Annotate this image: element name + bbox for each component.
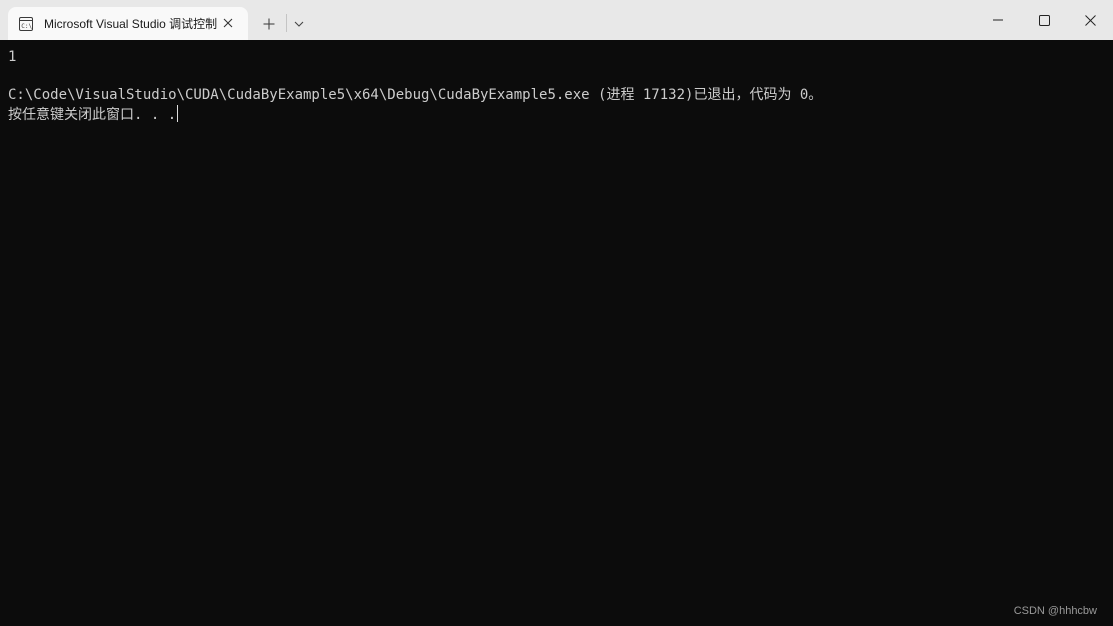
console-output[interactable]: 1 C:\Code\VisualStudio\CUDA\CudaByExampl… [0,40,1113,626]
text-cursor [177,105,179,122]
close-icon [223,18,233,28]
watermark: CSDN @hhhcbw [1013,605,1097,617]
svg-text:C:\: C:\ [21,23,32,30]
tab-divider [286,14,287,32]
console-prompt-text: 按任意键关闭此窗口. . . [8,107,177,123]
chevron-down-icon [294,21,304,27]
console-line: 1 [8,49,17,65]
maximize-icon [1038,14,1050,26]
tab-dropdown-button[interactable] [289,12,309,36]
close-icon [1084,14,1096,26]
minimize-button[interactable] [975,0,1021,40]
console-line: C:\Code\VisualStudio\CUDA\CudaByExample5… [8,87,823,103]
tab-close-button[interactable] [220,15,236,31]
title-bar[interactable]: C:\ Microsoft Visual Studio 调试控制台 [0,0,1113,40]
new-tab-button[interactable] [256,12,282,36]
window-close-button[interactable] [1067,0,1113,40]
console-line-prompt: 按任意键关闭此窗口. . . [8,105,179,125]
tab-console[interactable]: C:\ Microsoft Visual Studio 调试控制台 [8,7,248,40]
plus-icon [263,18,275,30]
minimize-icon [993,19,1003,21]
console-icon: C:\ [19,16,33,31]
maximize-button[interactable] [1021,0,1067,40]
tab-title: Microsoft Visual Studio 调试控制台 [44,17,218,31]
